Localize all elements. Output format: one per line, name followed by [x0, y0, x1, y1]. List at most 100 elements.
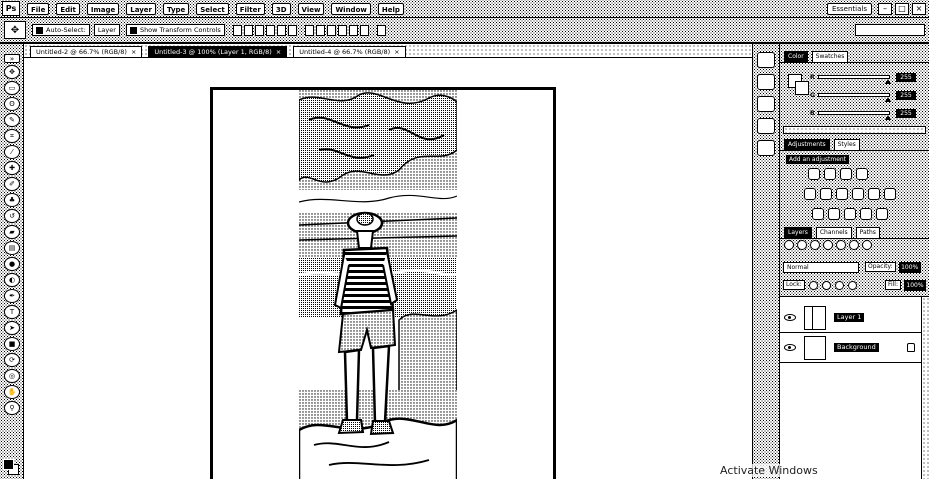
fill-field[interactable]: 100% [904, 279, 926, 291]
menu-3d[interactable]: 3D [271, 2, 291, 15]
menu-filter[interactable]: Filter [235, 2, 265, 15]
auto-select-target-dropdown[interactable]: Layer [93, 24, 120, 36]
color-spectrum-bar[interactable] [783, 126, 926, 134]
slider-knob[interactable] [885, 97, 891, 102]
menu-layer[interactable]: Layer [126, 2, 156, 15]
align-hcenter-icon[interactable] [276, 24, 286, 36]
healing-brush-tool-icon[interactable]: ✚ [4, 161, 20, 175]
exposure-icon[interactable] [856, 168, 868, 180]
brightness-contrast-icon[interactable] [808, 168, 820, 180]
lasso-tool-icon[interactable]: ʘ [4, 97, 20, 111]
blend-mode-dropdown[interactable]: Normal [783, 261, 859, 273]
distribute-right-icon[interactable] [359, 24, 369, 36]
foreground-background-swatch[interactable] [3, 459, 19, 475]
tab-color[interactable]: Color [784, 51, 808, 62]
channel-mixer-icon[interactable] [884, 188, 896, 200]
menu-help[interactable]: Help [377, 2, 404, 15]
close-icon[interactable]: × [394, 48, 399, 56]
slider-track[interactable] [818, 93, 891, 102]
layer-1-photo[interactable] [299, 90, 457, 479]
eraser-tool-icon[interactable]: ▰ [4, 225, 20, 239]
slider-green[interactable]: G 255 [810, 90, 925, 102]
curves-icon[interactable] [840, 168, 852, 180]
invert-icon[interactable] [812, 208, 824, 220]
photo-filter-icon[interactable] [868, 188, 880, 200]
layer-name[interactable]: Background [834, 343, 879, 352]
history-brush-tool-icon[interactable]: ↺ [4, 209, 20, 223]
slider-red[interactable]: R 255 [810, 72, 925, 84]
marquee-tool-icon[interactable]: ▭ [4, 81, 20, 95]
close-icon[interactable]: × [131, 48, 136, 56]
character-panel-icon[interactable] [757, 118, 775, 134]
posterize-icon[interactable] [828, 208, 840, 220]
levels-icon[interactable] [824, 168, 836, 180]
tab-channels[interactable]: Channels [815, 227, 852, 238]
slider-knob[interactable] [885, 79, 891, 84]
tab-styles[interactable]: Styles [833, 139, 860, 150]
tab-adjustments[interactable]: Adjustments [784, 139, 830, 150]
tab-swatches[interactable]: Swatches [811, 51, 849, 62]
menu-select[interactable]: Select [196, 2, 229, 15]
lock-pixels-icon[interactable] [821, 280, 831, 290]
slider-value[interactable]: 255 [896, 90, 916, 100]
doc-tab-untitled-2[interactable]: Untitled-2 @ 66.7% (RGB/8) × [30, 46, 143, 57]
slider-track[interactable] [818, 111, 891, 120]
slider-value[interactable]: 255 [896, 108, 916, 118]
slider-knob[interactable] [885, 115, 891, 120]
threshold-icon[interactable] [844, 208, 856, 220]
auto-select-checkbox[interactable]: Auto-Select: [32, 24, 90, 36]
show-transform-checkbox[interactable]: Show Transform Controls [125, 24, 225, 36]
options-right-field[interactable] [855, 24, 925, 36]
link-layers-icon[interactable] [784, 240, 794, 250]
actions-panel-icon[interactable] [757, 74, 775, 90]
3d-orbit-tool-icon[interactable]: ◎ [4, 369, 20, 383]
lock-transparency-icon[interactable] [808, 280, 818, 290]
minimize-button[interactable]: – [878, 2, 892, 15]
gradient-tool-icon[interactable]: ▤ [4, 241, 20, 255]
menu-file[interactable]: File [27, 2, 50, 15]
tab-layers[interactable]: Layers [784, 227, 812, 238]
shape-tool-icon[interactable]: ■ [4, 337, 20, 351]
dodge-tool-icon[interactable]: ◐ [4, 273, 20, 287]
distribute-vcenter-icon[interactable] [315, 24, 325, 36]
tab-paths[interactable]: Paths [855, 227, 880, 238]
menu-image[interactable]: Image [86, 2, 120, 15]
align-vcenter-icon[interactable] [243, 24, 253, 36]
adjustment-layer-icon[interactable] [823, 240, 833, 250]
blur-tool-icon[interactable]: ● [4, 257, 20, 271]
slider-track[interactable] [818, 75, 891, 84]
3d-rotate-tool-icon[interactable]: ⟳ [4, 353, 20, 367]
auto-align-icon[interactable] [376, 24, 386, 36]
eyedropper-tool-icon[interactable]: ⁄ [4, 145, 20, 159]
new-group-icon[interactable] [836, 240, 846, 250]
menu-type[interactable]: Type [163, 2, 190, 15]
layer-style-icon[interactable] [797, 240, 807, 250]
layers-scrollbar[interactable] [921, 297, 929, 479]
menu-window[interactable]: Window [331, 2, 371, 15]
workspace-switcher[interactable]: Essentials [826, 2, 872, 15]
move-tool-icon[interactable]: ✥ [4, 65, 20, 79]
visibility-eye-icon[interactable] [784, 344, 796, 351]
lock-position-icon[interactable] [834, 280, 844, 290]
distribute-top-icon[interactable] [304, 24, 314, 36]
doc-tab-untitled-4[interactable]: Untitled-4 @ 66.7% (RGB/8) × [293, 46, 406, 57]
menu-edit[interactable]: Edit [56, 2, 80, 15]
layer-row-layer-1[interactable]: Layer 1 [780, 303, 921, 333]
selective-color-icon[interactable] [876, 208, 888, 220]
layer-name[interactable]: Layer 1 [834, 313, 865, 322]
canvas-area[interactable] [24, 58, 752, 479]
brush-tool-icon[interactable]: ✐ [4, 177, 20, 191]
distribute-left-icon[interactable] [337, 24, 347, 36]
align-right-icon[interactable] [287, 24, 297, 36]
close-icon[interactable]: × [276, 48, 281, 56]
delete-layer-icon[interactable] [862, 240, 872, 250]
type-tool-icon[interactable]: T [4, 305, 20, 319]
close-button[interactable]: × [912, 2, 926, 15]
move-tool-icon[interactable]: ✥ [4, 21, 26, 39]
crop-tool-icon[interactable]: ⌗ [4, 129, 20, 143]
info-panel-icon[interactable] [757, 140, 775, 156]
slider-blue[interactable]: B 255 [810, 108, 925, 120]
quick-select-tool-icon[interactable]: ✎ [4, 113, 20, 127]
document-canvas[interactable] [210, 87, 556, 479]
slider-value[interactable]: 255 [896, 72, 916, 82]
